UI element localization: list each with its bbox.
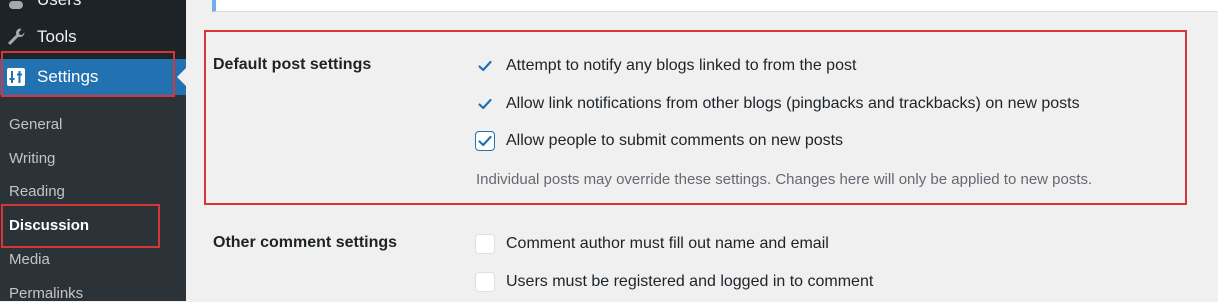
option-label: Comment author must fill out name and em… [506, 235, 829, 252]
highlight-box-discussion [1, 204, 160, 248]
current-menu-arrow [177, 68, 186, 86]
submenu-item-writing[interactable]: Writing [9, 150, 55, 167]
checkmark-icon[interactable] [475, 94, 495, 114]
option-allow-link-notifications[interactable]: Allow link notifications from other blog… [475, 94, 1080, 114]
menu-item-tools[interactable]: Tools [0, 20, 186, 54]
default-post-settings-description: Individual posts may override these sett… [476, 171, 1093, 188]
admin-sidebar: Users Tools Settings General Writing Rea… [0, 0, 186, 302]
checkbox-empty[interactable] [475, 234, 495, 254]
checkmark-icon[interactable] [475, 56, 495, 76]
option-notify-blogs[interactable]: Attempt to notify any blogs linked to fr… [475, 56, 856, 76]
option-require-registration[interactable]: Users must be registered and logged in t… [475, 272, 873, 292]
checkbox-empty[interactable] [475, 272, 495, 292]
submenu-item-permalinks[interactable]: Permalinks [9, 285, 83, 302]
submenu-item-reading[interactable]: Reading [9, 183, 65, 200]
submenu-item-general[interactable]: General [9, 116, 62, 133]
default-post-settings-label: Default post settings [213, 56, 372, 73]
option-label: Attempt to notify any blogs linked to fr… [506, 57, 857, 74]
highlight-box-settings [1, 51, 175, 97]
checkmark-icon[interactable] [475, 131, 495, 151]
option-label: Allow link notifications from other blog… [506, 95, 1080, 112]
option-label: Users must be registered and logged in t… [506, 273, 874, 290]
wrench-icon [6, 27, 26, 47]
menu-item-users-label: Users [37, 0, 81, 10]
option-label: Allow people to submit comments on new p… [506, 132, 844, 149]
submenu-item-media[interactable]: Media [9, 251, 50, 268]
settings-submenu: General Writing Reading Discussion Media… [0, 95, 186, 302]
menu-item-tools-label: Tools [37, 27, 77, 46]
option-allow-comments[interactable]: Allow people to submit comments on new p… [475, 131, 843, 151]
option-require-name-email[interactable]: Comment author must fill out name and em… [475, 234, 829, 254]
notice-panel [212, 0, 1218, 12]
users-icon [6, 0, 26, 10]
menu-item-users[interactable]: Users [0, 0, 186, 17]
other-comment-settings-label: Other comment settings [213, 234, 398, 251]
